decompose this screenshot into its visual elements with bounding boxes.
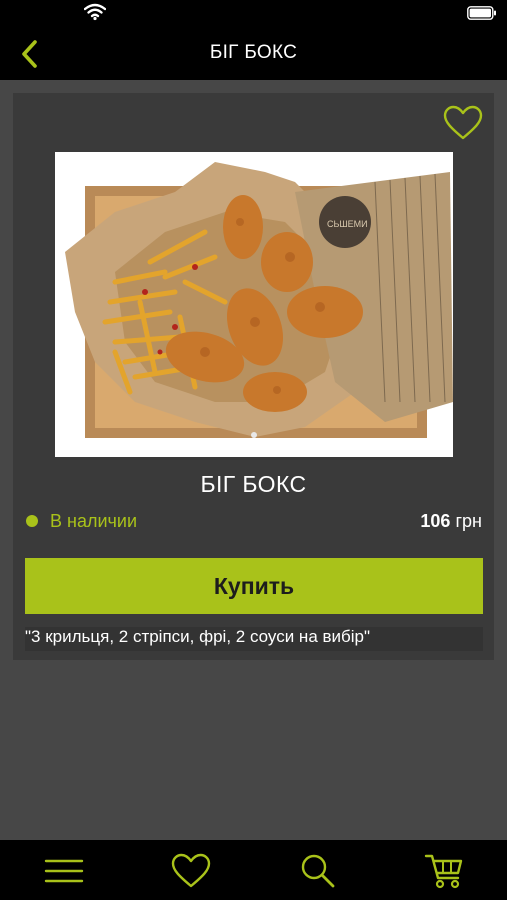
svg-text:СЬШЕМИ: СЬШЕМИ: [327, 219, 368, 229]
food-photo: СЬШЕМИ: [55, 152, 453, 457]
price: 106 грн: [420, 511, 482, 532]
navigation-bar: БІГ БОКС: [0, 28, 507, 80]
price-currency: грн: [455, 511, 482, 531]
battery-icon: [467, 6, 496, 20]
wifi-icon: [84, 3, 106, 21]
price-value: 106: [420, 511, 451, 531]
page-title: БІГ БОКС: [209, 42, 298, 63]
cart-icon: [424, 854, 463, 889]
availability-label: В наличии: [50, 511, 138, 531]
buy-button[interactable]: Купить: [25, 558, 483, 614]
product-description: "3 крильця, 2 стріпси, фрі, 2 соуси на в…: [25, 627, 483, 651]
tab-cart[interactable]: [422, 850, 466, 892]
status-bar: [0, 0, 507, 28]
product-card: СЬШЕМИ БІГ БОКС В наличии 106 грн Купить…: [13, 93, 494, 660]
search-icon: [301, 854, 335, 888]
product-name: БІГ БОКС: [200, 471, 307, 497]
heart-icon: [171, 853, 211, 888]
tab-menu[interactable]: [42, 850, 86, 892]
availability-dot: [26, 515, 38, 527]
favorite-button[interactable]: [443, 105, 483, 141]
tab-search[interactable]: [296, 850, 340, 892]
menu-icon: [44, 859, 84, 883]
heart-outline-icon: [443, 105, 483, 140]
tab-bar: [0, 840, 507, 900]
tab-favorites[interactable]: [169, 850, 213, 892]
